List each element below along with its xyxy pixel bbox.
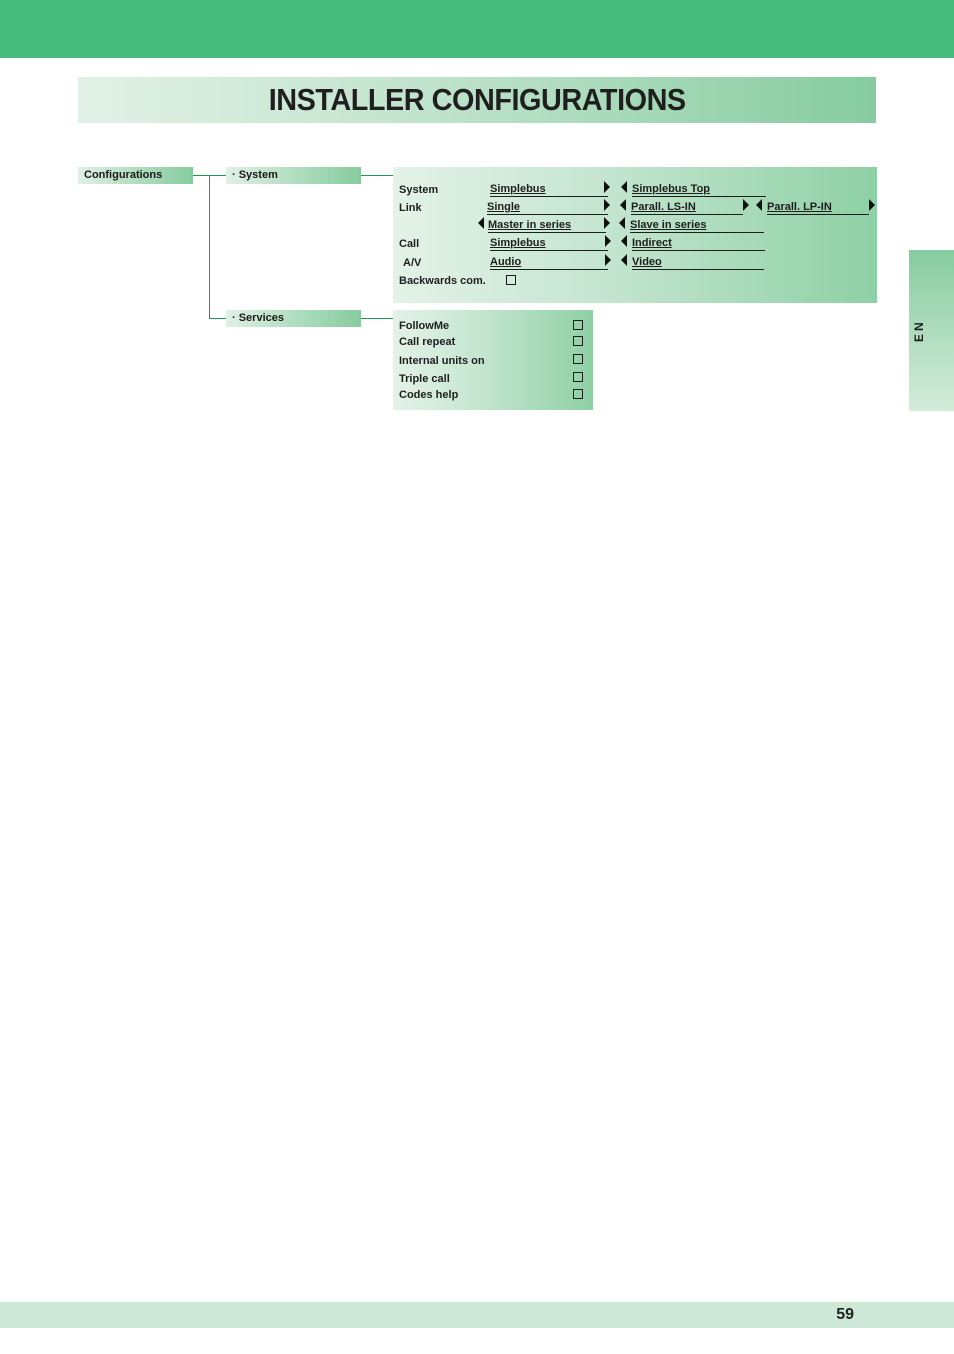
connector-line [361, 175, 393, 176]
page-title: INSTALLER CONFIGURATIONS [268, 82, 686, 117]
option-slave-in-series[interactable]: Slave in series [630, 219, 764, 233]
service-label: Internal units on [399, 355, 485, 367]
option-simplebus-top[interactable]: Simplebus Top [632, 183, 766, 197]
call-repeat-checkbox[interactable] [573, 336, 583, 346]
service-label: Triple call [399, 373, 450, 385]
arrow-left-icon[interactable] [621, 254, 627, 266]
internal-units-on-checkbox[interactable] [573, 354, 583, 364]
followme-checkbox[interactable] [573, 320, 583, 330]
option-video[interactable]: Video [632, 256, 764, 270]
tree-node-configurations[interactable]: Configurations [78, 167, 193, 184]
arrow-right-icon[interactable] [743, 199, 749, 211]
backwards-com-label: Backwards com. [399, 275, 486, 287]
system-settings-panel: System Simplebus Simplebus Top Link Sing… [393, 167, 877, 303]
triple-call-checkbox[interactable] [573, 372, 583, 382]
arrow-right-icon[interactable] [869, 199, 875, 211]
language-tab: EN [909, 250, 954, 411]
arrow-left-icon[interactable] [619, 217, 625, 229]
tree-node-services[interactable]: · Services [226, 310, 361, 327]
option-parall-lp-in[interactable]: Parall. LP-IN [767, 201, 869, 215]
option-call-simplebus[interactable]: Simplebus [490, 237, 608, 251]
connector-line [361, 318, 393, 319]
service-label: Call repeat [399, 336, 456, 348]
connector-line [209, 175, 210, 318]
tree-node-system[interactable]: · System [226, 167, 361, 184]
arrow-right-icon[interactable] [604, 199, 610, 211]
option-master-in-series[interactable]: Master in series [488, 219, 606, 233]
option-parall-ls-in[interactable]: Parall. LS-IN [631, 201, 743, 215]
av-label: A/V [403, 257, 422, 269]
service-label: Codes help [399, 389, 459, 401]
arrow-right-icon[interactable] [605, 235, 611, 247]
system-label: System [399, 184, 439, 196]
option-simplebus[interactable]: Simplebus [490, 183, 608, 197]
title-banner: INSTALLER CONFIGURATIONS [78, 77, 876, 123]
language-tab-label: EN [912, 319, 926, 342]
arrow-left-icon[interactable] [621, 235, 627, 247]
backwards-com-checkbox[interactable] [506, 275, 516, 285]
option-audio[interactable]: Audio [490, 256, 608, 270]
connector-line [209, 318, 226, 319]
footer-band: 59 [0, 1302, 954, 1328]
page-number: 59 [836, 1306, 854, 1323]
option-indirect[interactable]: Indirect [632, 237, 765, 251]
arrow-right-icon[interactable] [605, 254, 611, 266]
top-color-band [0, 0, 954, 58]
call-label: Call [399, 238, 420, 250]
codes-help-checkbox[interactable] [573, 389, 583, 399]
option-single[interactable]: Single [487, 201, 608, 215]
service-label: FollowMe [399, 320, 450, 332]
services-panel: FollowMe Call repeat Internal units on T… [393, 310, 593, 410]
arrow-right-icon[interactable] [604, 217, 610, 229]
link-label: Link [399, 202, 422, 214]
arrow-left-icon[interactable] [478, 217, 484, 229]
arrow-left-icon[interactable] [620, 199, 626, 211]
arrow-left-icon[interactable] [621, 181, 627, 193]
arrow-left-icon[interactable] [756, 199, 762, 211]
arrow-right-icon[interactable] [604, 181, 610, 193]
